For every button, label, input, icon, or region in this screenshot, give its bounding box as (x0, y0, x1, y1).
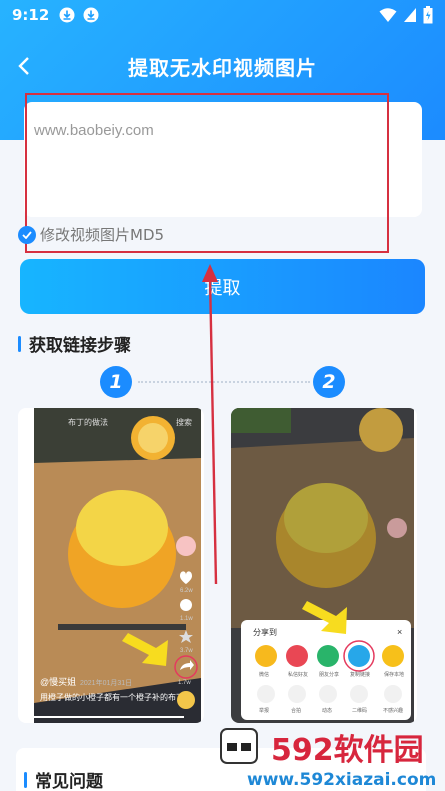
download-notification-icon (83, 7, 99, 23)
annotation-arrow (202, 264, 218, 585)
battery-icon (423, 6, 433, 24)
share-label: 举报 (259, 707, 269, 714)
step-2-screenshot: 分享到 × 微信 私信好友 朋友分享 复制链接 保存本地 举报 合拍 动态 二维… (231, 408, 417, 723)
search-text: 搜索 (176, 417, 192, 427)
steps-title-text: 获取链接步骤 (29, 336, 131, 356)
comment-icon (180, 599, 192, 611)
share-message-icon[interactable] (286, 645, 308, 667)
step-1-screenshot: 布丁的做法 搜索 @慢买姐 2021年01月31日 用橙子做的小橙子都有一个橙子… (18, 408, 204, 723)
qrcode-icon[interactable] (350, 685, 368, 703)
status-time: 9:12 (12, 6, 50, 24)
video-username: @慢买姐 (40, 676, 76, 687)
not-interested-icon[interactable] (384, 685, 402, 703)
step-2-badge: 2 (313, 366, 345, 398)
page-title: 提取无水印视频图片 (128, 55, 317, 80)
md5-label: 修改视频图片MD5 (40, 226, 165, 244)
copy-link-icon[interactable] (348, 645, 370, 667)
steps-section-title: 获取链接步骤 (18, 331, 131, 356)
share-title: 分享到 (253, 627, 277, 637)
share-label: 微信 (259, 671, 269, 678)
share-label: 保存本地 (384, 671, 404, 678)
step-1-image: 布丁的做法 搜索 @慢买姐 2021年01月31日 用橙子做的小橙子都有一个橙子… (34, 408, 201, 723)
watermark-url: www.592xiazai.com (247, 770, 436, 789)
watermark-brand: 592软件园 (271, 733, 424, 768)
share-label: 动态 (322, 707, 332, 714)
back-arrow-icon (18, 57, 29, 75)
share-label: 不感兴趣 (383, 707, 403, 714)
video-title-text: 布丁的做法 (68, 417, 108, 427)
video-caption: 用橙子做的小橙子都有一个橙子补的布丁 (40, 692, 184, 702)
back-button[interactable] (8, 50, 40, 82)
md5-checkbox-row[interactable]: 修改视频图片MD5 (18, 224, 164, 245)
duet-icon[interactable] (288, 685, 306, 703)
favorite-count: 3.7w (180, 648, 193, 654)
share-close-icon[interactable]: × (397, 627, 402, 637)
checkbox-checked-icon[interactable] (18, 225, 36, 244)
share-label: 二维码 (352, 707, 367, 714)
status-bar: 9:12 (0, 0, 445, 30)
step-2-image: 分享到 × 微信 私信好友 朋友分享 复制链接 保存本地 举报 合拍 动态 二维… (231, 408, 414, 723)
section-accent-bar (18, 335, 21, 352)
section-accent-bar (24, 771, 27, 788)
share-label: 朋友分享 (319, 671, 339, 678)
share-label: 私信好友 (288, 671, 308, 678)
like-count: 6.2w (180, 588, 193, 594)
video-date: 2021年01月31日 (80, 678, 132, 687)
site-watermark: 592软件园 www.592xiazai.com (220, 728, 436, 789)
share-label: 复制链接 (350, 671, 370, 678)
wifi-icon (379, 8, 397, 22)
share-label: 合拍 (291, 707, 301, 714)
download-notification-icon (59, 7, 75, 23)
signal-icon (404, 8, 416, 22)
comment-count: 1.1w (180, 616, 193, 622)
step-1-badge: 1 (100, 366, 132, 398)
share-wechat-icon[interactable] (255, 645, 277, 667)
report-icon[interactable] (257, 685, 275, 703)
titlebar: 提取无水印视频图片 (0, 48, 445, 84)
share-friends-icon[interactable] (317, 645, 339, 667)
live-photo-icon[interactable] (319, 685, 337, 703)
faq-title-text: 常见问题 (35, 772, 103, 791)
share-count: 1.7w (178, 680, 191, 686)
faq-section-title: 常见问题 (24, 767, 103, 791)
save-local-icon[interactable] (382, 645, 404, 667)
